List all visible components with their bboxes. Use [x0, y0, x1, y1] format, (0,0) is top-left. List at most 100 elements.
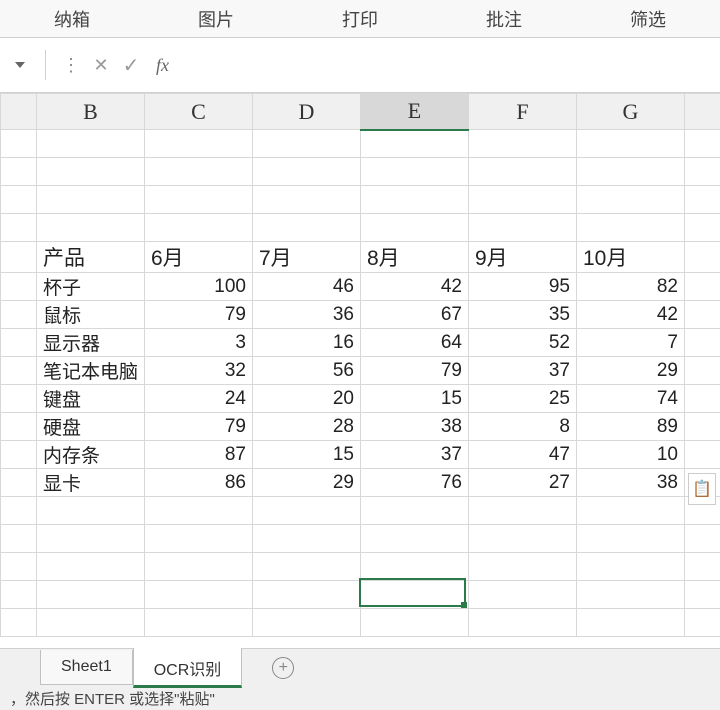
- col-header-B[interactable]: B: [37, 94, 145, 130]
- cell[interactable]: [1, 130, 37, 158]
- cell[interactable]: [361, 581, 469, 609]
- cell[interactable]: [145, 553, 253, 581]
- cell[interactable]: [253, 525, 361, 553]
- cell[interactable]: [145, 186, 253, 214]
- cell[interactable]: 79: [145, 301, 253, 329]
- cell[interactable]: 29: [253, 469, 361, 497]
- col-header-D[interactable]: D: [253, 94, 361, 130]
- cell[interactable]: [1, 581, 37, 609]
- cell[interactable]: [685, 301, 720, 329]
- cell[interactable]: [253, 158, 361, 186]
- cell[interactable]: [685, 186, 720, 214]
- cell[interactable]: [1, 242, 37, 273]
- cell[interactable]: [253, 497, 361, 525]
- cell[interactable]: [685, 329, 720, 357]
- cell[interactable]: 产品: [37, 242, 145, 273]
- formula-input[interactable]: [179, 50, 720, 80]
- cell[interactable]: 86: [145, 469, 253, 497]
- cell[interactable]: [1, 609, 37, 637]
- cell[interactable]: 硬盘: [37, 413, 145, 441]
- col-header-C[interactable]: C: [145, 94, 253, 130]
- cell[interactable]: [577, 581, 685, 609]
- tab-ocr[interactable]: OCR识别: [133, 648, 243, 688]
- cell[interactable]: [1, 469, 37, 497]
- cell[interactable]: [685, 357, 720, 385]
- cell[interactable]: [1, 385, 37, 413]
- cell[interactable]: 42: [361, 273, 469, 301]
- cell[interactable]: [253, 609, 361, 637]
- cell[interactable]: [685, 158, 720, 186]
- ribbon-print[interactable]: 打印: [332, 6, 388, 32]
- cell[interactable]: 79: [145, 413, 253, 441]
- cell[interactable]: [361, 525, 469, 553]
- cell[interactable]: 7月: [253, 242, 361, 273]
- cell[interactable]: 52: [469, 329, 577, 357]
- cell[interactable]: [361, 130, 469, 158]
- cell[interactable]: 8: [469, 413, 577, 441]
- cell[interactable]: [685, 242, 720, 273]
- cell[interactable]: 37: [469, 357, 577, 385]
- cell[interactable]: 38: [577, 469, 685, 497]
- cell[interactable]: [577, 553, 685, 581]
- cell[interactable]: [361, 497, 469, 525]
- cell[interactable]: [577, 497, 685, 525]
- cell[interactable]: 56: [253, 357, 361, 385]
- cell[interactable]: 鼠标: [37, 301, 145, 329]
- cell[interactable]: 64: [361, 329, 469, 357]
- cell[interactable]: 46: [253, 273, 361, 301]
- cell[interactable]: 67: [361, 301, 469, 329]
- cell[interactable]: 38: [361, 413, 469, 441]
- cell[interactable]: 36: [253, 301, 361, 329]
- cell[interactable]: [469, 497, 577, 525]
- cell[interactable]: 100: [145, 273, 253, 301]
- cell[interactable]: [361, 158, 469, 186]
- confirm-icon[interactable]: [116, 50, 146, 80]
- cell[interactable]: 35: [469, 301, 577, 329]
- cell[interactable]: [253, 581, 361, 609]
- cell[interactable]: 82: [577, 273, 685, 301]
- tab-sheet1[interactable]: Sheet1: [40, 650, 133, 685]
- cell[interactable]: [685, 525, 720, 553]
- col-header-H[interactable]: [685, 94, 720, 130]
- cell[interactable]: [469, 130, 577, 158]
- ribbon-filter[interactable]: 筛选: [620, 6, 676, 32]
- cell[interactable]: [1, 273, 37, 301]
- col-header-G[interactable]: G: [577, 94, 685, 130]
- cell[interactable]: 24: [145, 385, 253, 413]
- cell[interactable]: [469, 553, 577, 581]
- cell[interactable]: [685, 553, 720, 581]
- cell[interactable]: 42: [577, 301, 685, 329]
- cell[interactable]: [37, 525, 145, 553]
- cell[interactable]: [37, 553, 145, 581]
- cell[interactable]: [577, 186, 685, 214]
- cell[interactable]: [145, 609, 253, 637]
- cell[interactable]: 27: [469, 469, 577, 497]
- cell[interactable]: [37, 609, 145, 637]
- cell[interactable]: [685, 273, 720, 301]
- cell[interactable]: [469, 525, 577, 553]
- cell[interactable]: [577, 609, 685, 637]
- cell[interactable]: 89: [577, 413, 685, 441]
- name-box-dropdown[interactable]: [5, 50, 35, 80]
- cell[interactable]: [685, 385, 720, 413]
- cell[interactable]: 15: [361, 385, 469, 413]
- cell[interactable]: [37, 186, 145, 214]
- cell[interactable]: [361, 553, 469, 581]
- cell[interactable]: 74: [577, 385, 685, 413]
- cell[interactable]: [685, 581, 720, 609]
- cell[interactable]: [145, 525, 253, 553]
- cell[interactable]: [1, 553, 37, 581]
- cell[interactable]: [253, 130, 361, 158]
- cell[interactable]: [577, 214, 685, 242]
- cell[interactable]: 29: [577, 357, 685, 385]
- cell[interactable]: 79: [361, 357, 469, 385]
- cell[interactable]: 28: [253, 413, 361, 441]
- cell[interactable]: [1, 525, 37, 553]
- cell[interactable]: [37, 214, 145, 242]
- cell[interactable]: [469, 609, 577, 637]
- cell[interactable]: [145, 158, 253, 186]
- cell[interactable]: [1, 329, 37, 357]
- cell[interactable]: [577, 525, 685, 553]
- paste-options-button[interactable]: 📋: [688, 473, 716, 505]
- cell[interactable]: 20: [253, 385, 361, 413]
